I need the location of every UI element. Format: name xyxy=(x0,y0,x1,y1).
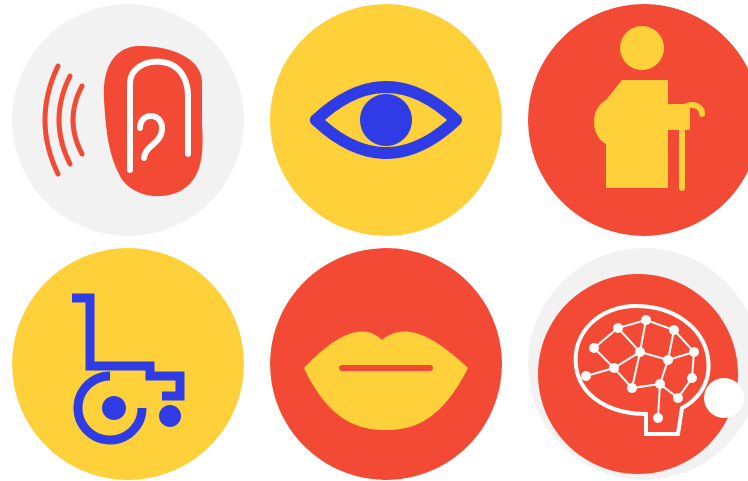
hearing-badge xyxy=(12,4,244,236)
ear-sound-icon xyxy=(12,4,244,236)
eye-icon xyxy=(270,4,502,236)
mobility-badge xyxy=(12,248,244,480)
lips-icon xyxy=(270,248,502,480)
cognitive-badge xyxy=(528,248,748,480)
wheelchair-icon xyxy=(12,248,244,480)
elderly-badge xyxy=(528,4,748,236)
vision-badge xyxy=(270,4,502,236)
brain-network-icon xyxy=(528,248,748,480)
speech-badge xyxy=(270,248,502,480)
elderly-person-cane-icon xyxy=(528,4,748,236)
